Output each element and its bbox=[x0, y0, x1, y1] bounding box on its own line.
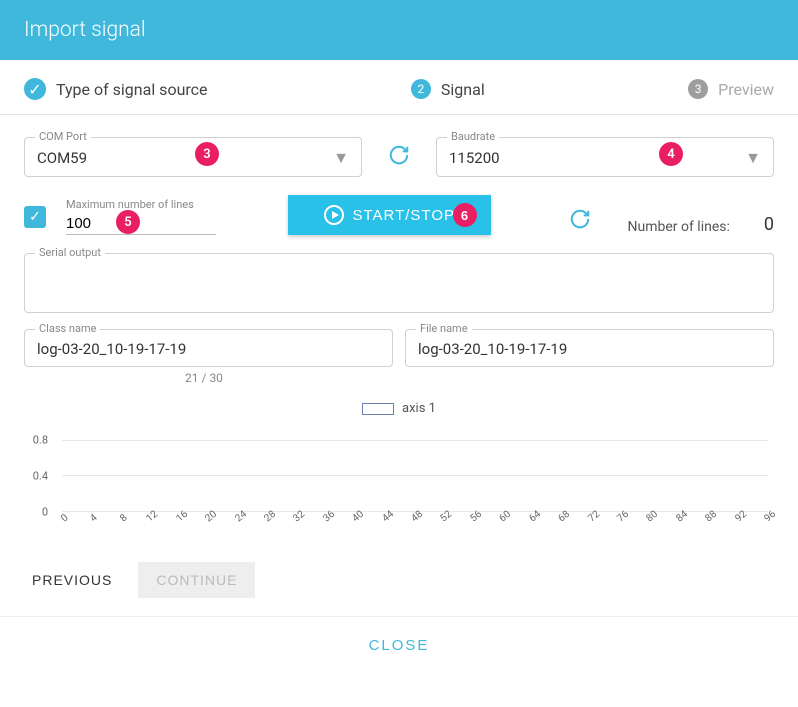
file-name-value: log-03-20_10-19-17-19 bbox=[418, 340, 761, 358]
serial-output-label: Serial output bbox=[35, 246, 105, 259]
step-type-of-signal-source[interactable]: ✓ Type of signal source bbox=[24, 78, 208, 100]
step-preview: 3 Preview bbox=[688, 79, 774, 99]
dialog-header: Import signal bbox=[0, 0, 798, 60]
annotation-badge-4: 4 bbox=[659, 142, 683, 166]
class-name-value: log-03-20_10-19-17-19 bbox=[37, 340, 380, 358]
close-button[interactable]: CLOSE bbox=[369, 637, 430, 654]
baudrate-label: Baudrate bbox=[447, 130, 499, 143]
maxlines-checkbox[interactable]: ✓ bbox=[24, 206, 46, 228]
file-name-label: File name bbox=[416, 322, 472, 335]
step-number-icon: 3 bbox=[688, 79, 708, 99]
com-port-value: COM59 bbox=[37, 149, 325, 167]
chevron-down-icon: ▼ bbox=[745, 148, 761, 168]
com-port-select[interactable]: COM Port COM59 3 ▼ bbox=[24, 137, 362, 177]
chevron-down-icon: ▼ bbox=[333, 148, 349, 168]
legend-swatch-icon bbox=[362, 403, 394, 415]
class-name-label: Class name bbox=[35, 322, 100, 335]
chart: axis 1 00.40.804812162024283236404448525… bbox=[24, 401, 774, 532]
maxlines-input[interactable] bbox=[66, 213, 216, 235]
check-icon: ✓ bbox=[24, 78, 46, 100]
annotation-badge-3: 3 bbox=[195, 142, 219, 166]
com-port-label: COM Port bbox=[35, 130, 91, 143]
step-number-icon: 2 bbox=[411, 79, 431, 99]
step-signal[interactable]: 2 Signal bbox=[411, 79, 485, 99]
refresh-comport-button[interactable] bbox=[382, 144, 416, 171]
continue-button: CONTINUE bbox=[138, 562, 255, 598]
legend-label: axis 1 bbox=[402, 401, 436, 416]
refresh-icon bbox=[388, 144, 410, 166]
step-label: Signal bbox=[441, 80, 485, 99]
maxlines-label: Maximum number of lines bbox=[66, 198, 216, 211]
previous-button[interactable]: PREVIOUS bbox=[24, 562, 120, 598]
annotation-badge-6: 6 bbox=[453, 203, 477, 227]
step-label: Preview bbox=[718, 80, 774, 99]
start-stop-button[interactable]: START/STOP 6 bbox=[288, 195, 491, 235]
class-name-counter: 21 / 30 bbox=[24, 371, 384, 385]
num-lines-label: Number of lines: bbox=[627, 219, 729, 235]
num-lines-value: 0 bbox=[764, 214, 774, 235]
start-stop-label: START/STOP bbox=[352, 207, 455, 224]
play-icon bbox=[324, 205, 344, 225]
step-label: Type of signal source bbox=[56, 80, 208, 99]
refresh-icon bbox=[569, 208, 591, 230]
dialog-title: Import signal bbox=[24, 18, 146, 42]
stepper: ✓ Type of signal source 2 Signal 3 Previ… bbox=[0, 60, 798, 115]
baudrate-select[interactable]: Baudrate 115200 4 ▼ bbox=[436, 137, 774, 177]
file-name-field[interactable]: File name log-03-20_10-19-17-19 bbox=[405, 329, 774, 367]
baudrate-value: 115200 bbox=[449, 149, 737, 167]
class-name-field[interactable]: Class name log-03-20_10-19-17-19 bbox=[24, 329, 393, 367]
serial-output-box: Serial output bbox=[24, 253, 774, 313]
annotation-badge-5: 5 bbox=[116, 210, 140, 234]
refresh-lines-button[interactable] bbox=[563, 208, 597, 235]
